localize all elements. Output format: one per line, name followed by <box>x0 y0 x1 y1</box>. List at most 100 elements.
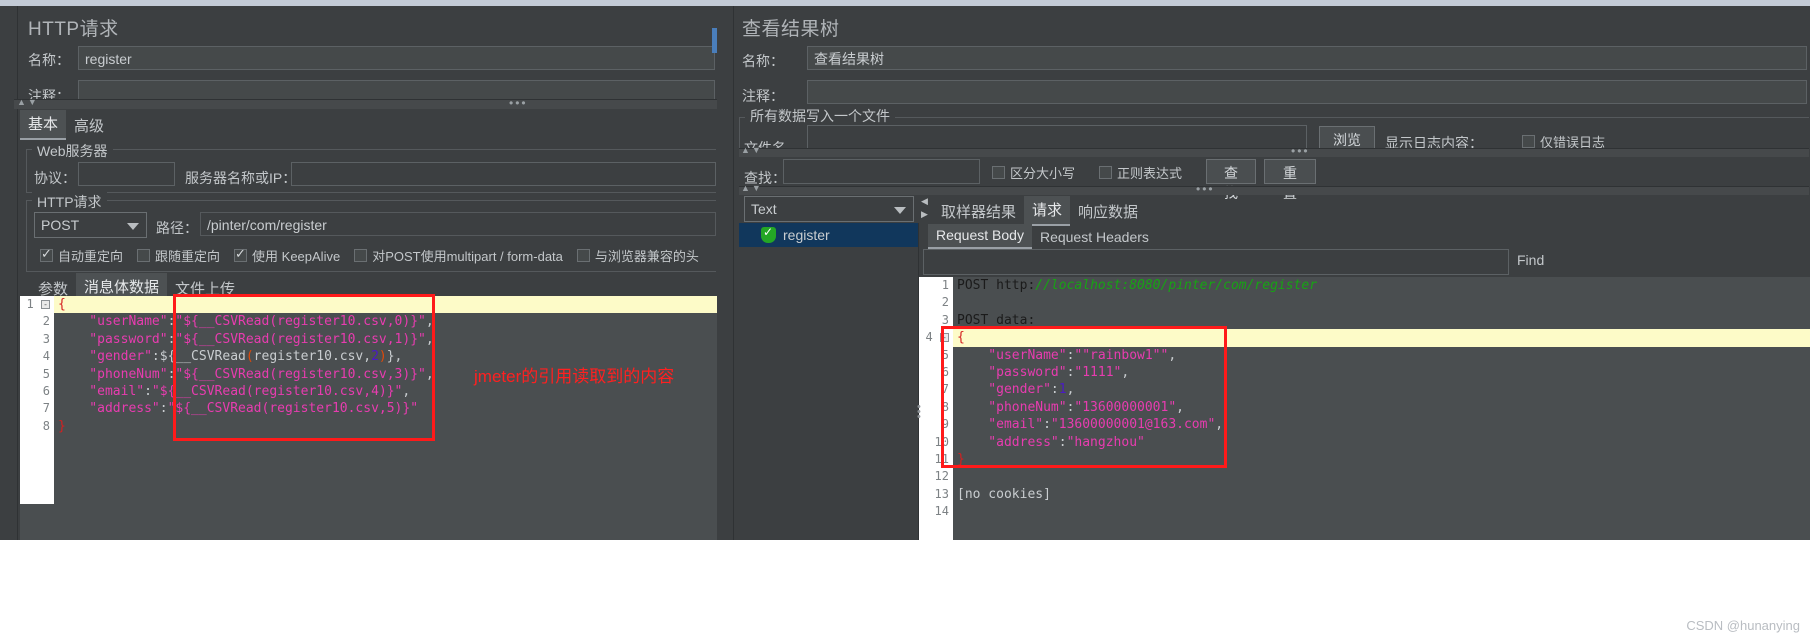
checkbox-box[interactable] <box>40 246 53 262</box>
checkbox-box[interactable] <box>1522 135 1535 148</box>
line-number: 4 <box>42 349 50 364</box>
checkbox-browser-headers[interactable]: 与浏览器兼容的头 <box>576 246 699 265</box>
code-line[interactable]: "userName":"${__CSVRead(register10.csv,0… <box>54 313 717 330</box>
request-find-input[interactable] <box>923 249 1509 275</box>
request-body-editor[interactable]: 1234 -5 6 7 8 9 10 11 12 13 14 POST http://localh… <box>919 277 1810 540</box>
checkbox-box[interactable] <box>992 166 1005 179</box>
tab-request-headers[interactable]: Request Headers <box>1032 226 1157 249</box>
tab-scroll-left-icon[interactable]: ◀ <box>921 195 930 208</box>
code-line[interactable]: "address":"hangzhou" <box>953 434 1810 451</box>
web-server-group-label: Web服务器 <box>32 141 113 161</box>
tree-item-register[interactable]: register <box>739 223 918 247</box>
checkbox-box[interactable] <box>354 249 368 262</box>
path-input[interactable]: /pinter/com/register <box>200 212 716 236</box>
reset-button[interactable]: 重置 <box>1264 159 1316 201</box>
code-token: : <box>159 401 168 417</box>
page-title: HTTP请求 <box>28 19 119 40</box>
line-number: 1 - <box>20 296 54 313</box>
right-splitter-2-arrows[interactable]: ▲▼ <box>741 183 763 193</box>
right-window-titlebar <box>717 0 1810 6</box>
code-line[interactable]: "email":"13600000001@163.com", <box>953 416 1810 433</box>
line-number: 13 <box>934 486 949 501</box>
code-line[interactable] <box>953 468 1810 485</box>
body-data-editor[interactable]: 1 -2345678 { "userName":"${__CSVRead(reg… <box>20 296 717 504</box>
right-splitter-2[interactable]: ▲▼ ••• <box>739 182 1809 196</box>
code-token: ) <box>378 349 387 365</box>
tab-sampler-result[interactable]: 取样器结果 <box>933 198 1024 226</box>
splitter-arrows[interactable]: ▲▼ <box>17 97 39 107</box>
code-line[interactable]: "password":"1111", <box>953 364 1810 381</box>
right-name-input[interactable]: 查看结果树 <box>807 46 1807 70</box>
line-number: 9 <box>941 417 949 432</box>
code-line[interactable]: [no cookies] <box>953 486 1810 503</box>
chevron-down-icon <box>127 223 139 230</box>
tab-scroll-arrows[interactable]: ◀ ▶ <box>921 195 930 222</box>
splitter-collapse-controls[interactable]: ▲▼ ••• <box>14 96 718 110</box>
server-name-label: 服务器名称或IP： <box>185 170 297 186</box>
fold-icon[interactable]: - <box>940 333 949 343</box>
right-splitter-2-dots[interactable]: ••• <box>1196 182 1215 196</box>
code-line[interactable]: "gender":1, <box>953 381 1810 398</box>
right-splitter-arrows[interactable]: ▲▼ <box>741 145 763 155</box>
checkbox-case-sensitive[interactable]: 区分大小写 <box>992 163 1075 182</box>
editor-code[interactable]: { "userName":"${__CSVRead(register10.csv… <box>54 296 717 504</box>
checkbox-keepalive[interactable]: 使用 KeepAlive <box>234 246 340 265</box>
code-token: : <box>144 383 152 399</box>
code-line[interactable]: "phoneNum":"13600000001", <box>953 399 1810 416</box>
code-token: [no cookies] <box>957 486 1051 502</box>
tab-request[interactable]: 请求 <box>1024 196 1071 226</box>
checkbox-auto-redirect[interactable]: 自动重定向 <box>40 246 123 265</box>
tab-request-body[interactable]: Request Body <box>928 224 1032 249</box>
splitter-dots[interactable]: ••• <box>509 96 528 110</box>
code-line[interactable]: "password":"${__CSVRead(register10.csv,1… <box>54 331 717 348</box>
code-line[interactable]: POST data: <box>953 312 1810 329</box>
code-token: "${__CSVRead(register10.csv,4)}" <box>151 383 403 399</box>
checkbox-multipart[interactable]: 对POST使用multipart / form-data <box>354 246 563 265</box>
code-line[interactable]: { <box>54 296 717 314</box>
find-button[interactable]: 查找 <box>1206 159 1256 201</box>
code-line[interactable]: } <box>953 451 1810 468</box>
tab-scroll-right-icon[interactable]: ▶ <box>921 208 930 221</box>
checkbox-follow-redirect[interactable]: 跟随重定向 <box>137 246 220 265</box>
name-input[interactable]: register <box>78 46 715 70</box>
checkbox-box[interactable] <box>234 246 248 262</box>
code-token: , <box>425 314 434 330</box>
main-tabs[interactable]: 基本 高级 <box>20 110 112 140</box>
code-line[interactable] <box>953 294 1810 311</box>
code-token: , <box>425 331 434 347</box>
tab-basic[interactable]: 基本 <box>20 110 67 140</box>
tab-advanced[interactable]: 高级 <box>66 112 112 140</box>
checkbox-box[interactable] <box>137 249 151 262</box>
code-line[interactable]: } <box>54 418 717 435</box>
code-line[interactable]: "address":"${__CSVRead(register10.csv,5)… <box>54 400 717 417</box>
checkbox-box[interactable] <box>1099 166 1112 179</box>
request-sub-tabs[interactable]: Request Body Request Headers <box>928 224 1157 249</box>
results-tree[interactable]: register <box>739 223 919 540</box>
code-token: "userName" <box>957 347 1067 363</box>
code-line[interactable]: { <box>953 329 1810 347</box>
result-tabs[interactable]: 取样器结果 请求 响应数据 <box>933 196 1146 226</box>
right-splitter-dots[interactable]: ••• <box>1291 144 1310 158</box>
right-splitter[interactable]: ▲▼ ••• <box>739 144 1809 158</box>
code-token: "phoneNum" <box>957 399 1067 415</box>
fold-icon[interactable]: - <box>41 300 50 309</box>
line-number: 6 <box>42 383 50 398</box>
checkbox-box[interactable] <box>576 249 590 262</box>
search-input[interactable] <box>783 159 980 184</box>
right-comment-input[interactable] <box>807 80 1807 104</box>
code-token: //localhost:8080/pinter/com/register <box>1035 278 1318 293</box>
checkbox-regex[interactable]: 正则表达式 <box>1099 163 1182 182</box>
line-number: 6 <box>941 364 949 379</box>
code-line[interactable] <box>953 503 1810 520</box>
editor-split-grip[interactable]: • • • <box>917 402 921 423</box>
request-find-button[interactable]: Find <box>1517 252 1544 268</box>
server-name-input[interactable] <box>291 162 716 186</box>
tab-response-data[interactable]: 响应数据 <box>1070 198 1146 226</box>
renderer-select[interactable]: Text <box>744 196 914 222</box>
right-editor-code[interactable]: POST http: //localhost:8080/pinter/com/re… <box>953 277 1810 540</box>
code-line[interactable]: "userName":""rainbow1"", <box>953 347 1810 364</box>
protocol-input[interactable] <box>78 162 175 186</box>
line-number: 4 - <box>919 329 953 346</box>
code-line[interactable]: POST http://localhost:8080/pinter/com/re… <box>953 277 1810 294</box>
method-select[interactable]: POST <box>34 212 147 238</box>
